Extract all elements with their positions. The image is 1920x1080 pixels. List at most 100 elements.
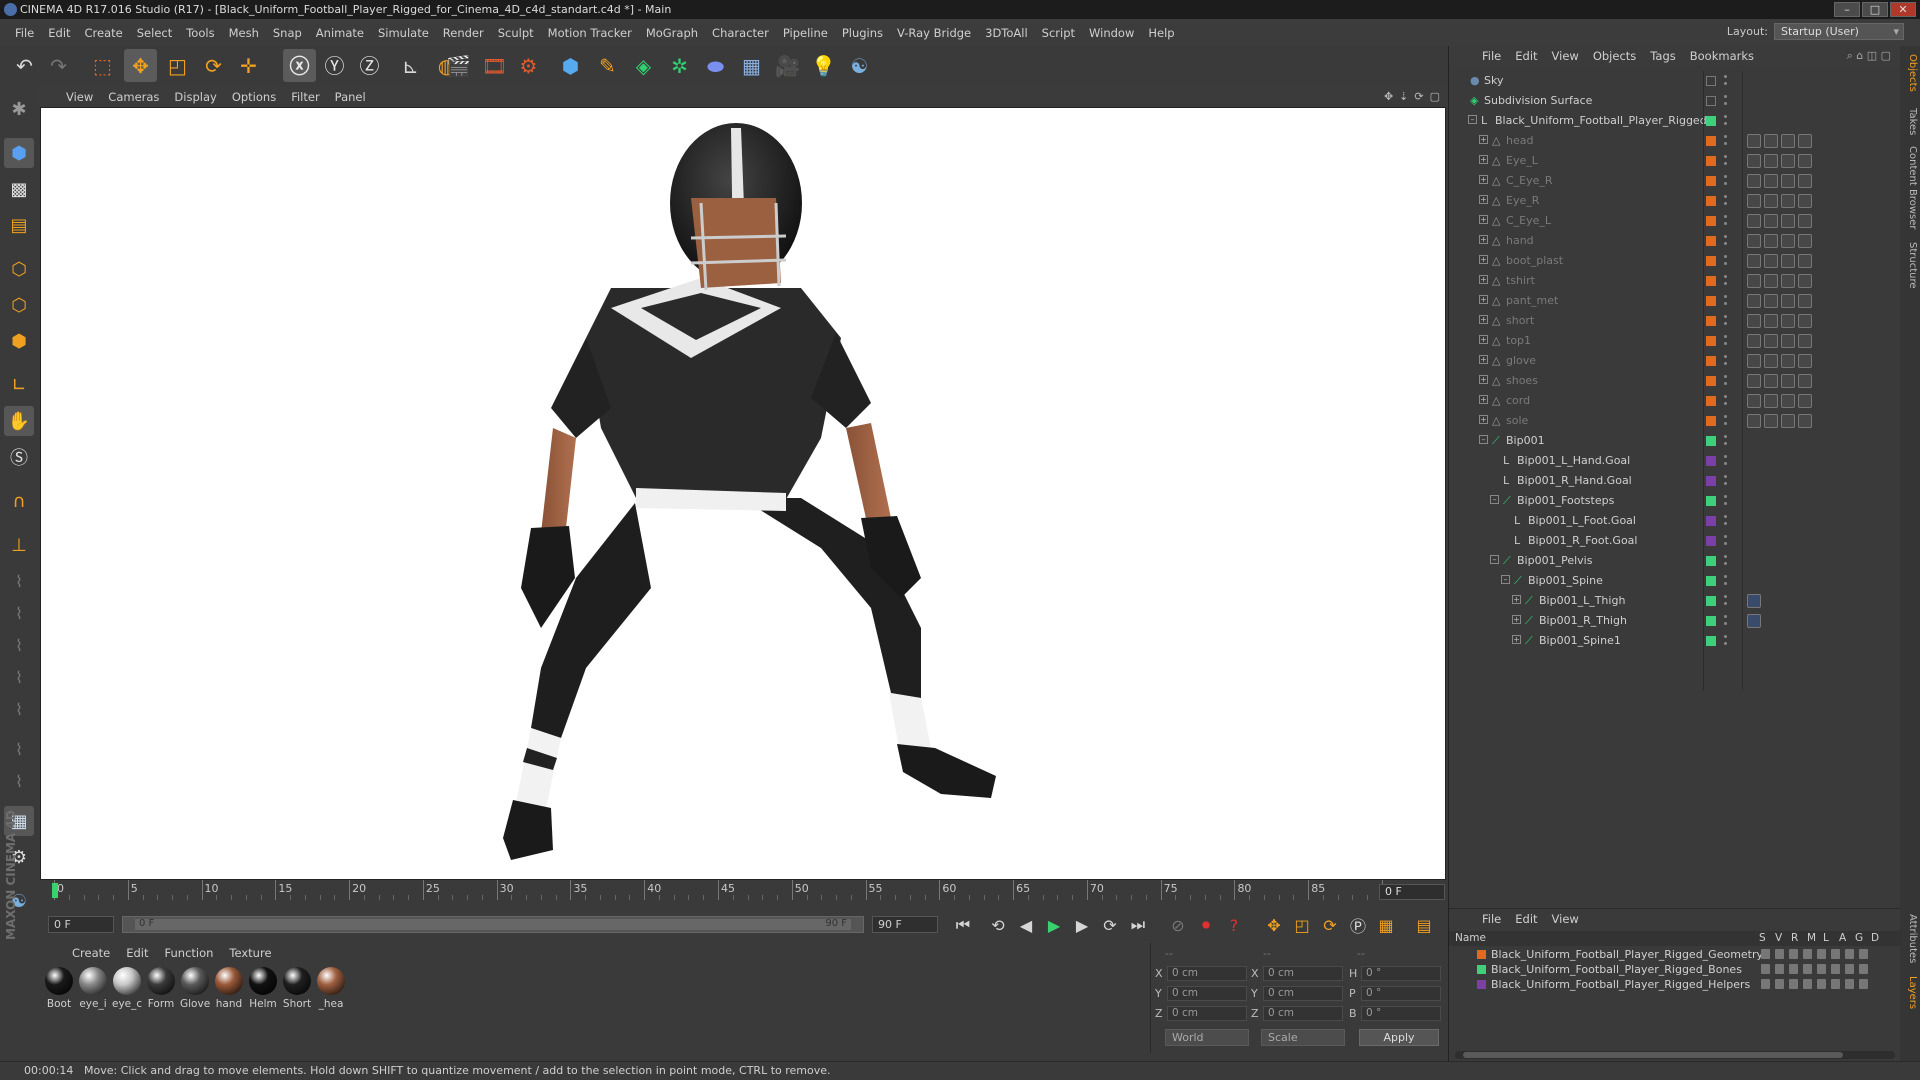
object-row[interactable]: + △ boot_plast <box>1449 251 1901 271</box>
layout-dropdown[interactable]: Startup (User) <box>1774 23 1904 40</box>
texture-mode-icon[interactable]: ▩ <box>4 174 34 204</box>
workplane-icon[interactable]: ▤ <box>4 210 34 240</box>
menu-3dtoall[interactable]: 3DToAll <box>979 26 1036 40</box>
material-tag-icon[interactable] <box>1781 194 1795 208</box>
viewport-menu-panel[interactable]: Panel <box>329 90 375 104</box>
subdivision-icon[interactable]: ◈ <box>627 49 660 82</box>
pos-y-field[interactable]: 0 cm <box>1167 986 1247 1001</box>
object-row[interactable]: L Bip001_R_Foot.Goal <box>1449 531 1901 551</box>
render-visibility-dot[interactable] <box>1724 422 1727 425</box>
key-pla-icon[interactable]: ▦ <box>1373 913 1399 937</box>
editor-visibility-dot[interactable] <box>1724 515 1727 518</box>
layer-toggle-icon[interactable] <box>1859 964 1868 974</box>
render-visibility-dot[interactable] <box>1724 282 1727 285</box>
material-tag-icon[interactable] <box>1781 214 1795 228</box>
layer-color-swatch[interactable] <box>1706 576 1716 586</box>
layer-header-m[interactable]: M <box>1807 932 1816 944</box>
render-visibility-dot[interactable] <box>1724 102 1727 105</box>
object-row[interactable]: + △ Eye_R <box>1449 191 1901 211</box>
brush-1-icon[interactable]: ⌇ <box>4 566 34 596</box>
record-active-icon[interactable]: ⏺ <box>1193 913 1219 937</box>
material-tag-icon[interactable] <box>1764 314 1778 328</box>
material-tag-icon[interactable] <box>1764 334 1778 348</box>
layer-header-s[interactable]: S <box>1759 932 1766 944</box>
material-tag-icon[interactable] <box>1781 274 1795 288</box>
menu-select[interactable]: Select <box>131 26 180 40</box>
brush-7-icon[interactable]: ⌇ <box>4 766 34 796</box>
object-row[interactable]: – ⟋ Bip001_Pelvis <box>1449 551 1901 571</box>
layer-color-swatch[interactable] <box>1706 256 1716 266</box>
layer-toggle-icon[interactable] <box>1789 949 1798 959</box>
layer-color-swatch[interactable] <box>1706 216 1716 226</box>
x-axis-lock-icon[interactable]: ⓧ <box>283 49 316 82</box>
material-tag-icon[interactable] <box>1781 174 1795 188</box>
layer-color-swatch[interactable] <box>1706 336 1716 346</box>
tree-expander-icon[interactable]: + <box>1512 595 1521 604</box>
tree-expander-icon[interactable]: + <box>1479 255 1488 264</box>
material-tag-icon[interactable] <box>1798 394 1812 408</box>
tree-expander-icon[interactable]: + <box>1479 195 1488 204</box>
tree-expander-icon[interactable]: + <box>1479 315 1488 324</box>
tweak-mode-icon[interactable]: ✋ <box>4 406 34 436</box>
go-to-start-icon[interactable]: ⏮ <box>950 913 976 937</box>
brush-3-icon[interactable]: ⌇ <box>4 630 34 660</box>
menu-sculpt[interactable]: Sculpt <box>492 26 542 40</box>
layer-color-swatch[interactable] <box>1706 356 1716 366</box>
object-row[interactable]: – ⟋ Bip001_Footsteps <box>1449 491 1901 511</box>
camera-icon[interactable]: 🎥 <box>771 49 804 82</box>
editor-visibility-dot[interactable] <box>1724 155 1727 158</box>
material-tag-icon[interactable] <box>1781 294 1795 308</box>
editor-visibility-dot[interactable] <box>1724 555 1727 558</box>
editor-visibility-dot[interactable] <box>1724 235 1727 238</box>
tree-expander-icon[interactable]: + <box>1479 155 1488 164</box>
render-visibility-dot[interactable] <box>1724 462 1727 465</box>
layer-color-swatch[interactable] <box>1706 376 1716 386</box>
render-visibility-dot[interactable] <box>1724 262 1727 265</box>
editor-visibility-dot[interactable] <box>1724 75 1727 78</box>
layer-color-swatch[interactable] <box>1706 316 1716 326</box>
material-item[interactable]: Glove <box>180 967 210 1010</box>
layer-toggle-icon[interactable] <box>1761 949 1770 959</box>
layer-toggle-icon[interactable] <box>1803 949 1812 959</box>
objects-menu-file[interactable]: File <box>1477 49 1510 63</box>
layer-color-swatch[interactable] <box>1706 176 1716 186</box>
editor-visibility-dot[interactable] <box>1724 95 1727 98</box>
object-row[interactable]: + △ shoes <box>1449 371 1901 391</box>
layer-toggle-icon[interactable] <box>1803 979 1812 989</box>
brush-6-icon[interactable]: ⌇ <box>4 734 34 764</box>
material-tag-icon[interactable] <box>1747 254 1761 268</box>
points-mode-icon[interactable]: ⬡ <box>4 254 34 284</box>
render-active-view-icon[interactable]: 🎬 <box>442 49 475 82</box>
menu-mograph[interactable]: MoGraph <box>640 26 706 40</box>
material-tag-icon[interactable] <box>1764 174 1778 188</box>
editor-visibility-dot[interactable] <box>1724 635 1727 638</box>
ik-tag-icon[interactable] <box>1747 594 1761 608</box>
render-visibility-dot[interactable] <box>1724 302 1727 305</box>
render-visibility-dot[interactable] <box>1724 142 1727 145</box>
object-row[interactable]: + △ C_Eye_R <box>1449 171 1901 191</box>
tree-expander-icon[interactable]: + <box>1479 395 1488 404</box>
key-position-icon[interactable]: ✥ <box>1261 913 1287 937</box>
python-icon[interactable]: ☯ <box>843 49 876 82</box>
layer-color-swatch[interactable] <box>1706 236 1716 246</box>
timeline-window-icon[interactable]: ▤ <box>1411 913 1437 937</box>
layers-menu-edit[interactable]: Edit <box>1510 912 1546 926</box>
material-tag-icon[interactable] <box>1781 334 1795 348</box>
editor-visibility-dot[interactable] <box>1724 295 1727 298</box>
layer-color-swatch[interactable] <box>1706 556 1716 566</box>
material-tag-icon[interactable] <box>1781 374 1795 388</box>
layer-row[interactable]: Black_Uniform_Football_Player_Rigged_Hel… <box>1449 977 1901 992</box>
layer-toggle-icon[interactable] <box>1831 949 1840 959</box>
viewport-menu-options[interactable]: Options <box>226 90 285 104</box>
render-visibility-dot[interactable] <box>1724 122 1727 125</box>
layer-toggle-icon[interactable] <box>1859 979 1868 989</box>
transform-tool-icon[interactable]: ✛ <box>232 49 265 82</box>
rot-h-field[interactable]: 0 ° <box>1361 966 1441 981</box>
tree-expander-icon[interactable]: + <box>1479 275 1488 284</box>
layer-color-swatch[interactable] <box>1706 136 1716 146</box>
autokey-icon[interactable]: ? <box>1221 913 1247 937</box>
menu-render[interactable]: Render <box>437 26 492 40</box>
layer-header-l[interactable]: L <box>1823 932 1829 944</box>
material-tag-icon[interactable] <box>1747 214 1761 228</box>
tree-expander-icon[interactable]: – <box>1501 575 1510 584</box>
